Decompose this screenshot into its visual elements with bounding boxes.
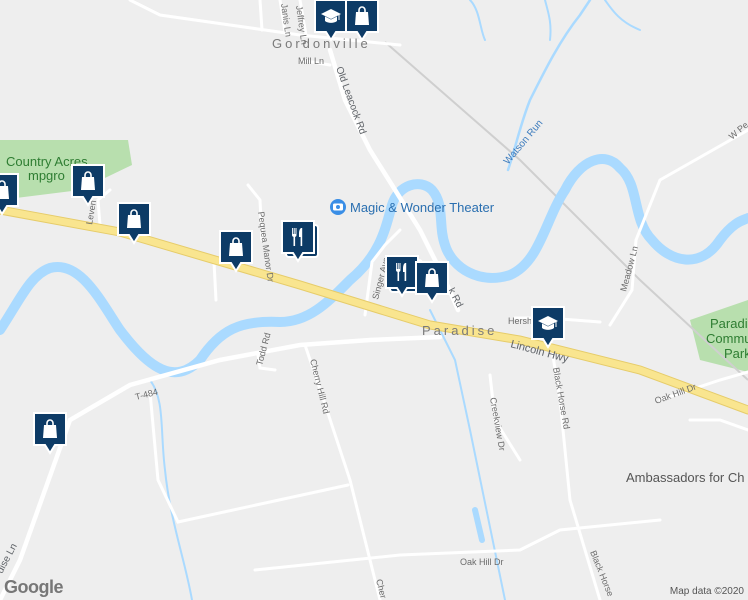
poi-label-theater[interactable]: Magic & Wonder Theater	[350, 200, 495, 215]
map-canvas[interactable]: Gordonville Paradise Old Leacock Rd k Rd…	[0, 0, 748, 600]
town-label-gordonville: Gordonville	[272, 36, 371, 51]
area-label-campground: mpgro	[28, 168, 65, 183]
town-label-paradise: Paradise	[422, 323, 497, 338]
poi-theater[interactable]: Magic & Wonder Theater	[330, 199, 495, 215]
map-svg[interactable]: Gordonville Paradise Old Leacock Rd k Rd…	[0, 0, 748, 600]
map-background	[0, 0, 748, 600]
map-attribution[interactable]: Map data ©2020	[670, 586, 744, 597]
map-marker-restaurant[interactable]	[281, 220, 319, 263]
road-label-mill: Mill Ln	[298, 56, 324, 66]
area-label-park: Park	[724, 346, 748, 361]
google-logo: Google	[4, 577, 64, 597]
poi-label-ambassadors: Ambassadors for Ch	[626, 470, 745, 485]
area-label-community: Commu	[706, 331, 748, 346]
area-label-paradise-community: Paradise	[710, 316, 748, 331]
camera-icon-lens	[336, 205, 340, 209]
road-label-oak-hill-lower: Oak Hill Dr	[460, 557, 504, 567]
